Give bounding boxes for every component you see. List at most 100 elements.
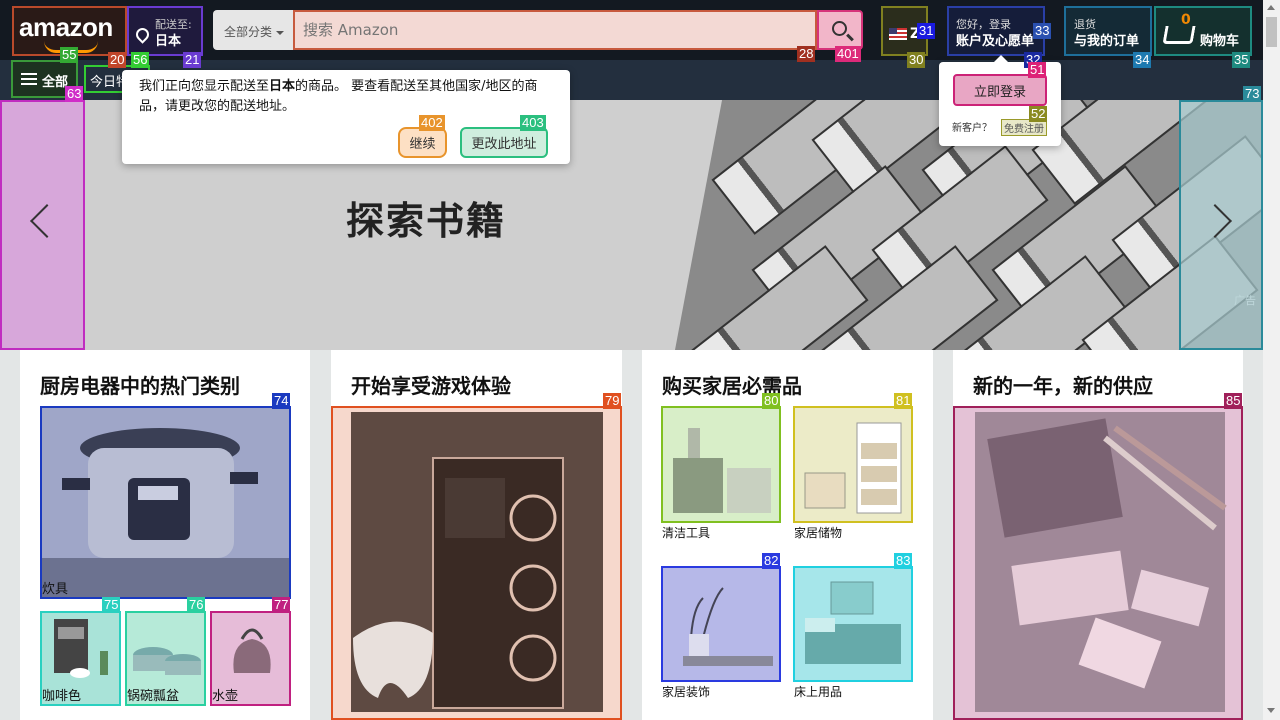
popup-message-country: 日本: [269, 79, 296, 94]
deliver-to-button[interactable]: 配送至: 日本: [127, 6, 203, 56]
signin-button[interactable]: 立即登录: [953, 74, 1047, 106]
search-input[interactable]: [293, 10, 817, 50]
mark-badge: 403: [520, 115, 546, 131]
scroll-thumb[interactable]: [1266, 17, 1277, 47]
location-popup: 我们正向您显示配送至日本的商品。 要查看配送至其他国家/地区的商品，请更改您的配…: [122, 70, 570, 164]
hamburger-icon: [21, 73, 37, 85]
tile-pots[interactable]: 锅碗瓢盆: [125, 611, 206, 706]
carousel-next-button[interactable]: [1179, 100, 1263, 350]
tile-caption: 床上用品: [794, 685, 843, 699]
mark-badge: 21: [183, 52, 202, 68]
pots-image: [133, 647, 201, 675]
card-title: 购买家居必需品: [662, 374, 802, 398]
carousel-prev-button[interactable]: [0, 100, 85, 350]
mark-badge: 74: [272, 393, 291, 409]
card-home: 购买家居必需品 清洁工具 家居储物 家居装饰 床上用品: [642, 350, 933, 720]
orders-label: 与我的订单: [1074, 34, 1140, 49]
scroll-up-icon[interactable]: [1267, 5, 1275, 10]
search-category-label: 全部分类: [224, 25, 273, 39]
card-title: 开始享受游戏体验: [351, 374, 511, 398]
new-customer-label: 新客户？: [952, 123, 992, 134]
tile-storage[interactable]: [793, 406, 913, 523]
mark-badge: 75: [102, 597, 121, 613]
mark-badge: 20: [108, 52, 127, 68]
decor-image: [683, 587, 773, 666]
mark-badge: 33: [1033, 23, 1052, 39]
mark-badge: 30: [907, 52, 926, 68]
tile-cookware[interactable]: 炊具: [40, 406, 291, 599]
coffee-machine-image: [54, 619, 108, 678]
mark-badge: 51: [1028, 62, 1047, 78]
card-new-year: 新的一年，新的供应: [953, 350, 1243, 720]
tile-caption: 水壶: [212, 689, 239, 704]
tile-caption: 清洁工具: [662, 526, 711, 540]
vertical-scrollbar[interactable]: [1263, 0, 1280, 720]
tile-caption: 炊具: [42, 582, 69, 597]
tile-caption: 咖啡色: [42, 689, 82, 704]
mark-badge: 85: [1224, 393, 1243, 409]
account-label: 账户及心愿单: [956, 34, 1035, 49]
search-icon: [832, 21, 847, 36]
mark-badge: 402: [419, 115, 445, 131]
mark-badge: 56: [131, 52, 150, 68]
top-navbar: amazon 配送至: 日本 全部分类 Z 您好，登录 账户及心愿单 退货 与我…: [0, 0, 1280, 60]
tile-office-supplies[interactable]: [953, 406, 1243, 720]
change-address-button[interactable]: 更改此地址: [460, 127, 548, 158]
cart-button[interactable]: 0 购物车: [1154, 6, 1252, 56]
pressure-cooker-image: [42, 428, 289, 597]
mark-badge: 31: [917, 23, 936, 39]
mark-badge: 79: [603, 393, 622, 409]
chevron-right-icon: [1198, 204, 1232, 238]
logo-text: amazon: [19, 12, 113, 42]
mark-badge: 28: [797, 46, 816, 62]
tile-caption: 家居储物: [794, 526, 843, 540]
card-title: 新的一年，新的供应: [973, 374, 1153, 398]
office-supplies-image: [975, 412, 1227, 712]
bedding-image: [805, 581, 901, 664]
tile-decor[interactable]: [661, 566, 781, 682]
mark-badge: 82: [762, 553, 781, 569]
mark-badge: 83: [894, 553, 913, 569]
tile-gaming-pc[interactable]: [331, 406, 622, 720]
mark-badge: 80: [762, 393, 781, 409]
tile-kettle[interactable]: 水壶: [210, 611, 291, 706]
account-lists-button[interactable]: 您好，登录 账户及心愿单: [947, 6, 1045, 56]
tile-coffee[interactable]: 咖啡色: [40, 611, 121, 706]
us-flag-icon: [889, 28, 907, 40]
returns-orders-button[interactable]: 退货 与我的订单: [1064, 6, 1152, 56]
mark-badge: 55: [60, 47, 79, 63]
storage-image: [804, 422, 902, 514]
tile-caption: 锅碗瓢盆: [127, 689, 180, 704]
card-gaming: 开始享受游戏体验: [331, 350, 622, 720]
tile-caption: 家居装饰: [662, 685, 711, 699]
cart-label: 购物车: [1200, 34, 1240, 49]
caret-down-icon: [276, 30, 285, 35]
kettle-image: [233, 628, 271, 673]
cart-icon: [1162, 26, 1196, 44]
mark-badge: 63: [65, 86, 84, 102]
tile-bedding[interactable]: [793, 566, 913, 682]
mark-badge: 35: [1232, 52, 1251, 68]
card-title: 厨房电器中的热门类别: [40, 374, 240, 398]
gaming-pc-image: [351, 412, 603, 712]
search-button[interactable]: [817, 10, 863, 50]
card-kitchen: 厨房电器中的热门类别 炊具 咖啡色 锅碗瓢盆 水壶: [20, 350, 310, 720]
search-category-dropdown[interactable]: 全部分类: [213, 10, 293, 50]
cleaning-image: [673, 428, 771, 513]
mark-badge: 52: [1029, 106, 1048, 122]
popup-message: 我们正向您显示配送至日本的商品。 要查看配送至其他国家/地区的商品，请更改您的配…: [139, 77, 554, 117]
mark-badge: 401: [835, 46, 861, 62]
mark-badge: 34: [1133, 52, 1152, 68]
mark-badge: 77: [272, 597, 291, 613]
location-pin-icon: [133, 25, 152, 44]
cart-count: 0: [1181, 12, 1191, 28]
scroll-down-icon[interactable]: [1267, 708, 1275, 713]
mark-badge: 73: [1243, 86, 1262, 102]
deliver-to-country: 日本: [155, 34, 182, 49]
continue-button[interactable]: 继续: [398, 127, 447, 158]
tile-cleaning[interactable]: [661, 406, 781, 523]
popup-message-prefix: 我们正向您显示配送至: [139, 79, 270, 94]
mark-badge: 76: [187, 597, 206, 613]
hero-title: 探索书籍: [346, 199, 507, 243]
mark-badge: 81: [894, 393, 913, 409]
